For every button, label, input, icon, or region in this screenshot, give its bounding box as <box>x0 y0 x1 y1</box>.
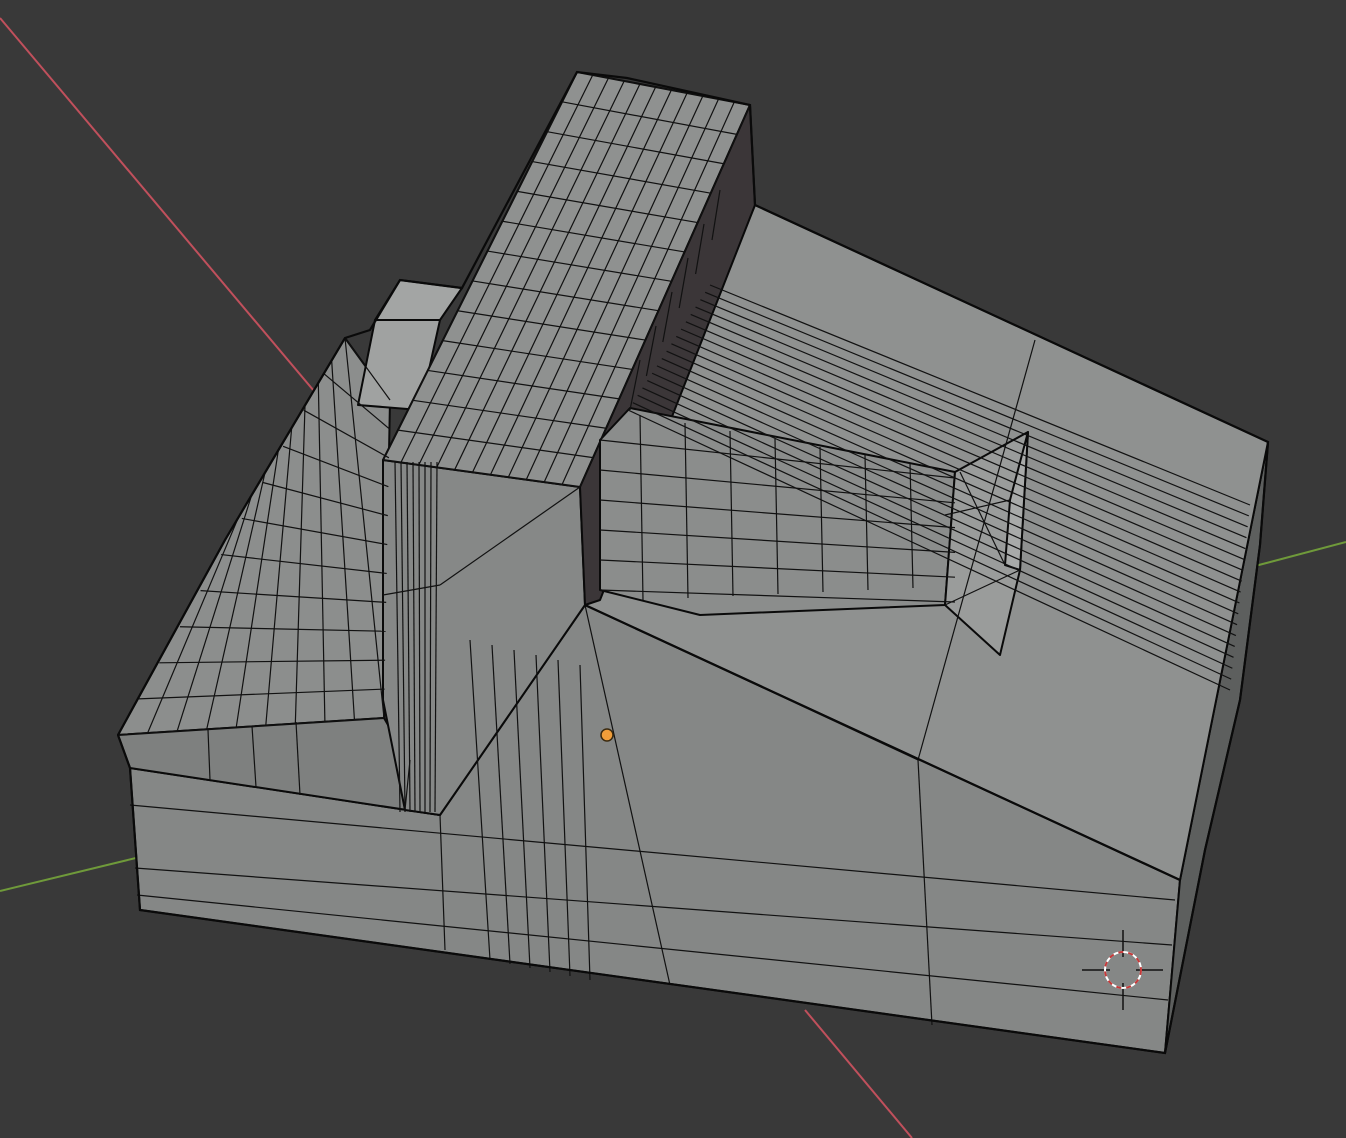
y-axis-line-right <box>1254 541 1346 567</box>
x-axis-line-lower <box>804 1009 913 1138</box>
x-axis-line <box>0 17 331 411</box>
object-origin-dot[interactable] <box>600 728 614 742</box>
3d-viewport[interactable] <box>0 0 1346 1138</box>
y-axis-line <box>0 856 141 892</box>
mesh-left-roof[interactable] <box>117 337 391 736</box>
viewport-canvas[interactable] <box>0 0 1346 1138</box>
mesh-object[interactable] <box>116 70 1270 1055</box>
